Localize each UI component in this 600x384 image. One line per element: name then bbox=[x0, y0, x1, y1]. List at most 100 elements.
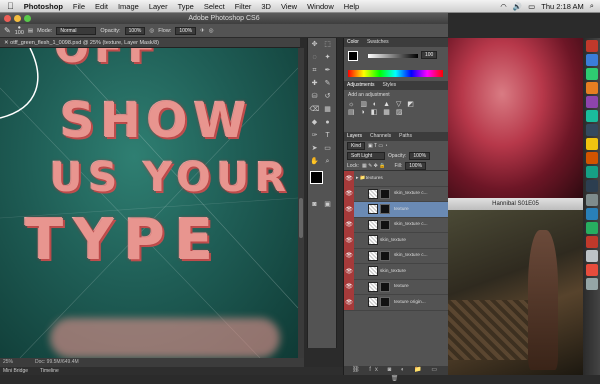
dock-app-icon[interactable] bbox=[585, 54, 598, 66]
menu-file[interactable]: File bbox=[68, 2, 90, 11]
quick-select-icon[interactable]: ✦ bbox=[322, 52, 333, 63]
clone-stamp-icon[interactable]: ⛁ bbox=[309, 91, 320, 102]
tab-timeline[interactable]: Timeline bbox=[40, 367, 59, 375]
tab-channels[interactable]: Channels bbox=[370, 132, 391, 141]
zoom-icon[interactable] bbox=[24, 15, 31, 22]
pen-tool-icon[interactable]: ✑ bbox=[309, 130, 320, 141]
color-swatches[interactable] bbox=[310, 171, 334, 195]
layer-row[interactable]: 👁 skin_texture c... bbox=[344, 217, 448, 233]
opacity-field[interactable]: 100% bbox=[124, 26, 146, 35]
visibility-eye-icon[interactable]: 👁 bbox=[344, 217, 354, 233]
tab-swatches[interactable]: Swatches bbox=[367, 38, 389, 47]
zoom-level[interactable]: 25% bbox=[3, 358, 13, 367]
document-tab[interactable]: ✕ otff_green_flesh_1_0098.psd @ 25% (tex… bbox=[0, 38, 300, 48]
dock-app-icon[interactable] bbox=[585, 264, 598, 276]
dock-app-icon[interactable] bbox=[585, 110, 598, 122]
hand-tool-icon[interactable]: ✋ bbox=[309, 156, 320, 167]
app-menu[interactable]: Photoshop bbox=[19, 2, 68, 11]
trash-icon[interactable] bbox=[585, 278, 598, 290]
layer-mask-thumbnail[interactable] bbox=[380, 281, 390, 292]
dock-app-icon[interactable] bbox=[585, 180, 598, 192]
menu-select[interactable]: Select bbox=[199, 2, 230, 11]
dock-app-icon[interactable] bbox=[585, 194, 598, 206]
canvas-vertical-scrollbar[interactable] bbox=[298, 48, 304, 358]
clock[interactable]: Thu 2:18 AM bbox=[541, 2, 584, 11]
brush-preset-picker[interactable]: ● 100 bbox=[15, 25, 24, 36]
brush-panel-icon[interactable]: ▤ bbox=[28, 28, 33, 34]
kind-select[interactable]: Kind bbox=[347, 142, 366, 150]
history-brush-icon[interactable]: ↺ bbox=[322, 91, 333, 102]
dock-app-icon[interactable] bbox=[585, 222, 598, 234]
pressure-opacity-icon[interactable]: ◎ bbox=[149, 28, 154, 34]
close-icon[interactable] bbox=[4, 15, 11, 22]
dodge-tool-icon[interactable]: ● bbox=[322, 117, 333, 128]
menu-3d[interactable]: 3D bbox=[256, 2, 276, 11]
visibility-eye-icon[interactable]: 👁 bbox=[344, 170, 354, 186]
gradient-icon[interactable]: ▦ bbox=[322, 104, 333, 115]
search-icon[interactable]: ⌕ bbox=[590, 1, 594, 11]
adjustment-icons[interactable]: ☼ ▥ ◐ ▲ ▽ ◩ bbox=[348, 100, 444, 108]
zoom-tool-icon[interactable]: ⌕ bbox=[322, 156, 333, 167]
type-tool-icon[interactable]: T bbox=[322, 130, 333, 141]
marquee-tool-icon[interactable]: ⬚ bbox=[322, 39, 333, 50]
tab-color[interactable]: Color bbox=[347, 38, 359, 47]
layer-row[interactable]: 👁 texture origin... bbox=[344, 294, 448, 311]
visibility-eye-icon[interactable]: 👁 bbox=[344, 201, 354, 217]
dock-app-icon[interactable] bbox=[585, 68, 598, 80]
flow-field[interactable]: 100% bbox=[175, 26, 197, 35]
layer-mask-thumbnail[interactable] bbox=[380, 188, 390, 199]
battery-icon[interactable]: ▭ bbox=[528, 2, 535, 11]
dock-app-icon[interactable] bbox=[585, 166, 598, 178]
fill-field[interactable]: 100% bbox=[405, 161, 427, 170]
move-tool-icon[interactable]: ✥ bbox=[309, 39, 320, 50]
menu-filter[interactable]: Filter bbox=[230, 2, 257, 11]
color-spectrum[interactable] bbox=[348, 70, 443, 77]
layer-row[interactable]: 👁 skin_texture c... bbox=[344, 248, 448, 264]
menu-type[interactable]: Type bbox=[173, 2, 199, 11]
airbrush-icon[interactable]: ✈ bbox=[200, 28, 205, 34]
color-value[interactable]: 100 bbox=[421, 51, 438, 59]
dock-app-icon[interactable] bbox=[585, 152, 598, 164]
tab-styles[interactable]: Styles bbox=[383, 81, 397, 90]
blend-mode-select[interactable]: Soft Light bbox=[347, 152, 385, 160]
layer-mask-thumbnail[interactable] bbox=[380, 219, 390, 230]
layer-row-selected[interactable]: 👁 texture bbox=[344, 201, 448, 218]
visibility-eye-icon[interactable]: 👁 bbox=[344, 279, 354, 295]
mode-select[interactable]: Normal bbox=[56, 26, 97, 35]
path-select-icon[interactable]: ➤ bbox=[309, 143, 320, 154]
brush-tool-icon[interactable]: ✎ bbox=[4, 26, 11, 35]
wifi-icon[interactable]: ◠ bbox=[500, 2, 507, 11]
pressure-size-icon[interactable]: ◎ bbox=[209, 28, 214, 34]
layer-row[interactable]: 👁 skin_texture bbox=[344, 263, 448, 280]
menu-image[interactable]: Image bbox=[113, 2, 144, 11]
dock-app-icon[interactable] bbox=[585, 250, 598, 262]
visibility-eye-icon[interactable]: 👁 bbox=[344, 294, 354, 310]
blur-tool-icon[interactable]: ◆ bbox=[309, 117, 320, 128]
color-slider[interactable] bbox=[368, 54, 418, 58]
scroll-thumb[interactable] bbox=[299, 198, 303, 238]
menu-help[interactable]: Help bbox=[339, 2, 364, 11]
minimize-icon[interactable] bbox=[14, 15, 21, 22]
dock-app-icon[interactable] bbox=[585, 236, 598, 248]
layer-opacity-field[interactable]: 100% bbox=[409, 152, 431, 160]
visibility-eye-icon[interactable]: 👁 bbox=[344, 248, 354, 264]
filter-icons[interactable]: ▣ T ▭ ◔ bbox=[368, 143, 388, 149]
apple-icon[interactable]:  bbox=[0, 1, 19, 11]
dock-app-icon[interactable] bbox=[585, 138, 598, 150]
video-frame[interactable] bbox=[448, 210, 583, 375]
dock-app-icon[interactable] bbox=[585, 96, 598, 108]
layers-footer-icons[interactable]: ⛓ fx ◙ ◐ 📁 ▭ 🗑 bbox=[344, 366, 449, 382]
background-photo-window[interactable] bbox=[448, 38, 583, 198]
dock-app-icon[interactable] bbox=[585, 208, 598, 220]
volume-icon[interactable]: 🔊 bbox=[513, 2, 522, 11]
dock-app-icon[interactable] bbox=[585, 40, 598, 52]
color-fg-swatch[interactable] bbox=[348, 51, 358, 61]
tab-paths[interactable]: Paths bbox=[399, 132, 412, 141]
foreground-color[interactable] bbox=[310, 171, 323, 184]
visibility-eye-icon[interactable]: 👁 bbox=[344, 232, 354, 248]
layer-row[interactable]: 👁 texture bbox=[344, 279, 448, 295]
eyedropper-icon[interactable]: ✒ bbox=[322, 65, 333, 76]
tab-layers[interactable]: Layers bbox=[347, 132, 362, 141]
adjustment-icons-row2[interactable]: ▤ ◑ ◧ ▦ ▨ bbox=[348, 108, 444, 116]
layer-group-row[interactable]: 👁 ▸ 📁 textures bbox=[344, 170, 448, 187]
